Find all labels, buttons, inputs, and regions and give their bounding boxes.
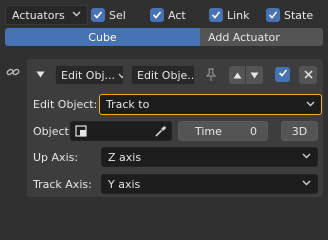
chevron-down-icon bbox=[302, 179, 311, 189]
add-actuator-label: Add Actuator bbox=[208, 30, 280, 44]
up-axis-label: Up Axis: bbox=[33, 150, 79, 164]
state-checkbox[interactable]: State bbox=[266, 7, 313, 23]
edit-object-value: Track to bbox=[106, 98, 150, 111]
act-checkbox[interactable]: Act bbox=[150, 7, 186, 23]
chevron-down-icon bbox=[306, 100, 315, 110]
link-checkbox[interactable]: Link bbox=[209, 7, 250, 23]
move-down-button[interactable] bbox=[246, 66, 263, 84]
checkmark-icon bbox=[91, 8, 105, 22]
actuator-type-dropdown[interactable]: Edit Obj... bbox=[55, 65, 124, 85]
sel-checkbox-label: Sel bbox=[109, 8, 126, 22]
arrow-down-icon bbox=[250, 69, 259, 82]
active-checkbox[interactable] bbox=[275, 67, 290, 82]
sel-checkbox[interactable]: Sel bbox=[91, 7, 126, 23]
arrow-up-icon bbox=[233, 69, 242, 82]
close-icon bbox=[303, 69, 313, 82]
state-checkbox-label: State bbox=[284, 8, 314, 22]
checkmark-icon bbox=[266, 8, 280, 22]
actuators-dropdown-label: Actuators bbox=[12, 8, 65, 22]
actuators-dropdown[interactable]: Actuators bbox=[5, 5, 88, 25]
chevron-down-icon bbox=[302, 152, 311, 162]
tab-cube[interactable]: Cube bbox=[5, 28, 200, 46]
move-up-button[interactable] bbox=[229, 66, 245, 84]
up-axis-value: Z axis bbox=[108, 150, 142, 164]
3d-label: 3D bbox=[291, 124, 308, 138]
checkmark-icon bbox=[209, 8, 223, 22]
time-value: 0 bbox=[250, 124, 257, 138]
remove-button[interactable] bbox=[299, 66, 317, 84]
actuator-type-label: Edit Obj... bbox=[61, 68, 115, 82]
checkmark-icon bbox=[150, 8, 164, 22]
object-icon bbox=[75, 125, 87, 137]
chevron-down-icon bbox=[115, 69, 123, 82]
object-label: Object: bbox=[33, 124, 73, 138]
time-field[interactable]: Time 0 bbox=[178, 121, 268, 141]
actuator-name-field[interactable]: Edit Obje... bbox=[131, 65, 195, 85]
time-label: Time bbox=[195, 124, 222, 138]
link-checkbox-label: Link bbox=[227, 8, 250, 22]
track-axis-dropdown[interactable]: Y axis bbox=[101, 174, 318, 194]
collapse-toggle[interactable] bbox=[33, 67, 47, 81]
chevron-down-icon bbox=[72, 10, 81, 20]
3d-toggle-button[interactable]: 3D bbox=[281, 121, 318, 141]
edit-object-dropdown[interactable]: Track to bbox=[99, 94, 322, 115]
edit-object-label: Edit Object: bbox=[33, 97, 98, 111]
tab-cube-label: Cube bbox=[88, 30, 117, 44]
actuator-name-label: Edit Obje... bbox=[137, 68, 195, 82]
add-actuator-button[interactable]: Add Actuator bbox=[200, 28, 323, 46]
act-checkbox-label: Act bbox=[168, 8, 186, 22]
track-axis-value: Y axis bbox=[108, 177, 141, 191]
pin-icon[interactable] bbox=[202, 66, 220, 84]
link-icon bbox=[6, 66, 20, 78]
object-field[interactable] bbox=[70, 121, 172, 141]
track-axis-label: Track Axis: bbox=[33, 177, 92, 191]
up-axis-dropdown[interactable]: Z axis bbox=[101, 147, 318, 167]
checkmark-icon bbox=[278, 68, 288, 81]
eyedropper-icon[interactable] bbox=[155, 125, 167, 137]
triangle-down-icon bbox=[36, 68, 45, 81]
